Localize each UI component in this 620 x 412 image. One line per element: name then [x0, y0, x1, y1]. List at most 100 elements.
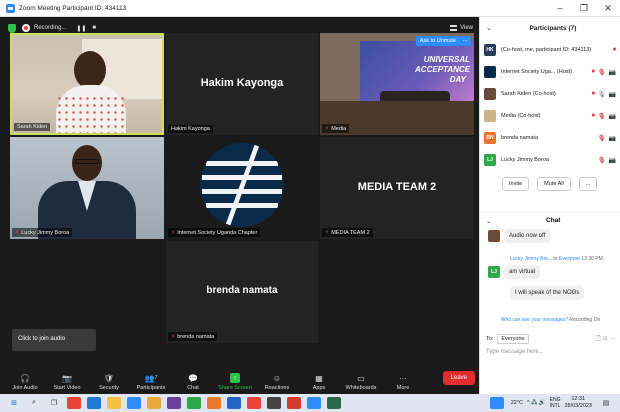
powerpoint-app-icon[interactable]: [287, 397, 301, 409]
settings-app-icon[interactable]: [267, 397, 281, 409]
zoom-app-icon[interactable]: [307, 397, 321, 409]
video-off-icon: 📷: [608, 69, 616, 76]
video-tile-brenda[interactable]: brenda namata ⚡ brenda namata: [166, 241, 318, 343]
chat-bubble: Audio now off: [504, 229, 551, 243]
participants-count: 7: [154, 375, 158, 381]
clock-date: 28/03/2023: [564, 403, 592, 409]
meeting-toolbar: 🎧 Join Audio 📷 Start Video 🛡 Security 👥 …: [0, 364, 479, 394]
more-button[interactable]: ··· More: [382, 373, 424, 392]
collapse-chat-icon[interactable]: ⌄: [486, 217, 491, 225]
windows-start-icon[interactable]: ⊞: [7, 397, 21, 409]
edge-app-icon[interactable]: [87, 397, 101, 409]
clock-time: 12:31: [571, 396, 586, 402]
participants-actions: Invite Mute All ...: [480, 171, 620, 191]
ask-to-unmute-button[interactable]: Ask to Unmute: [415, 36, 460, 46]
weather-temp: 22°C: [510, 400, 523, 406]
mic-muted-icon: ⚡: [171, 334, 176, 340]
search-icon[interactable]: ⌕: [27, 397, 41, 409]
chrome-app-2-icon[interactable]: [247, 397, 261, 409]
recording-icon: ⏺: [591, 90, 595, 97]
collapse-participants-icon[interactable]: ⌄: [486, 24, 492, 32]
participant-name: Internet Society Uga... (Host): [501, 69, 572, 75]
pause-recording-button[interactable]: ❚❚: [76, 25, 86, 32]
vlc-app-icon[interactable]: [187, 397, 201, 409]
participant-row[interactable]: Sarah Kiden (Co-host) ⏺ 🎙 📷: [484, 83, 616, 105]
banner-line-3: DAY: [449, 75, 466, 84]
close-button[interactable]: ✕: [596, 3, 620, 14]
security-button[interactable]: 🛡 Security: [88, 373, 130, 392]
audio-app-icon[interactable]: [207, 397, 221, 409]
chat-message: I will speak of the NOGs: [510, 286, 585, 300]
file-explorer-icon[interactable]: [107, 397, 121, 409]
chat-recipient: Everyone: [558, 256, 581, 262]
reactions-icon: ☺: [272, 373, 282, 383]
chat-title: Chat: [546, 217, 561, 224]
share-screen-button[interactable]: ↑ Share Screen: [214, 373, 256, 391]
participant-row[interactable]: LJ Lucky Jimmy Boroa 🎙 📷: [484, 149, 616, 171]
minimize-button[interactable]: –: [548, 3, 572, 14]
participant-video-head: [74, 51, 106, 89]
encryption-shield-icon[interactable]: [8, 23, 16, 33]
apps-button[interactable]: ▦ Apps: [298, 373, 340, 392]
participant-name: Sarah Kiden (Co-host): [501, 91, 556, 97]
stop-recording-button[interactable]: ■: [92, 25, 96, 31]
participant-row[interactable]: BN brenda namata 🎙 📷: [484, 127, 616, 149]
invite-button[interactable]: Invite: [502, 177, 530, 191]
tile-name: brenda namata: [177, 333, 215, 340]
photos-app-icon[interactable]: [327, 397, 341, 409]
task-view-icon[interactable]: ❐: [47, 397, 61, 409]
video-tile-media-team-2[interactable]: MEDIA TEAM 2 ⚡ MEDIA TEAM 2: [320, 137, 474, 239]
notifications-icon[interactable]: ▤: [599, 397, 613, 409]
participant-row[interactable]: HK (Co-host, me, participant ID: 434113)…: [484, 39, 616, 61]
participant-row[interactable]: Media (Co-host) ⏺ 🎙 📷: [484, 105, 616, 127]
chrome-app-icon[interactable]: [147, 397, 161, 409]
chat-button[interactable]: 💬 Chat: [172, 373, 214, 392]
participant-row[interactable]: Internet Society Uga... (Host) ⏺ 🎙 📷: [484, 61, 616, 83]
chat-privacy-notice[interactable]: Who can see your messages? Recording On: [480, 317, 620, 323]
chat-time: 12:30 PM: [581, 256, 603, 262]
participants-title: Participants (7): [529, 24, 577, 32]
view-button[interactable]: View: [450, 25, 473, 31]
mute-all-button[interactable]: Mute All: [537, 177, 571, 191]
recording-icon: ⏺: [591, 68, 595, 75]
avatar: LJ: [484, 154, 496, 166]
video-tile-lucky[interactable]: ⚡ Lucky Jimmy Boroa: [10, 137, 164, 239]
windows-taskbar: ⊞ ⌕ ❐ 22°C ^ 🖧 🔊 ENG INTL 12:31 28/03/20…: [0, 394, 620, 412]
privacy-link[interactable]: Who can see your messages?: [501, 317, 568, 323]
participants-more-button[interactable]: ...: [578, 177, 598, 191]
chat-input[interactable]: Type message here...: [486, 349, 544, 355]
video-tile-media[interactable]: UNIVERSAL ACCEPTANCE DAY Ask to Unmute ·…: [320, 33, 474, 135]
zoom-logo-icon: [6, 3, 15, 13]
video-off-icon: 📷: [62, 373, 72, 383]
document-app-icon[interactable]: [167, 397, 181, 409]
chat-file-icon[interactable]: 🗋 ☺ ···: [596, 334, 616, 344]
store-app-icon[interactable]: [127, 397, 141, 409]
maximize-button[interactable]: ❐: [572, 3, 596, 14]
participants-header: ⌄ Participants (7): [480, 17, 620, 39]
recording-icon: ⏺: [591, 112, 595, 119]
join-audio-button[interactable]: 🎧 Join Audio: [4, 373, 46, 392]
word-app-icon[interactable]: [227, 397, 241, 409]
video-tile-isoc[interactable]: ⚡ Internet Society Uganda Chapter: [166, 137, 318, 239]
video-tile-sarah[interactable]: Sarah Kiden: [10, 33, 164, 135]
headphones-icon: 🎧: [20, 373, 30, 383]
view-grid-icon: [450, 25, 458, 31]
participants-button[interactable]: 👥 7 Participants: [130, 373, 172, 392]
language-indicator[interactable]: ENG INTL: [550, 397, 561, 409]
mic-muted-icon: ⚡: [15, 230, 20, 236]
participant-name: brenda namata: [501, 135, 538, 141]
chat-recipient-select[interactable]: Everyone: [497, 334, 529, 344]
tile-more-button[interactable]: ···: [459, 36, 471, 46]
leave-button[interactable]: Leave: [442, 371, 475, 385]
toolbar-label: Start Video: [53, 385, 81, 391]
mic-muted-icon: 🎙: [597, 135, 606, 142]
video-tile-hakim[interactable]: Hakim Kayonga Hakim Kayonga: [166, 33, 318, 135]
start-video-button[interactable]: 📷 Start Video: [46, 373, 88, 392]
weather-icon[interactable]: [489, 397, 504, 409]
clock[interactable]: 12:31 28/03/2023: [564, 396, 592, 410]
whiteboards-button[interactable]: ▭ Whiteboards: [340, 373, 382, 392]
recording-on-label: Recording On: [569, 317, 601, 323]
opera-app-icon[interactable]: [67, 397, 81, 409]
reactions-button[interactable]: ☺ Reactions: [256, 373, 298, 392]
tray-icons[interactable]: ^ 🖧 🔊: [527, 399, 546, 408]
